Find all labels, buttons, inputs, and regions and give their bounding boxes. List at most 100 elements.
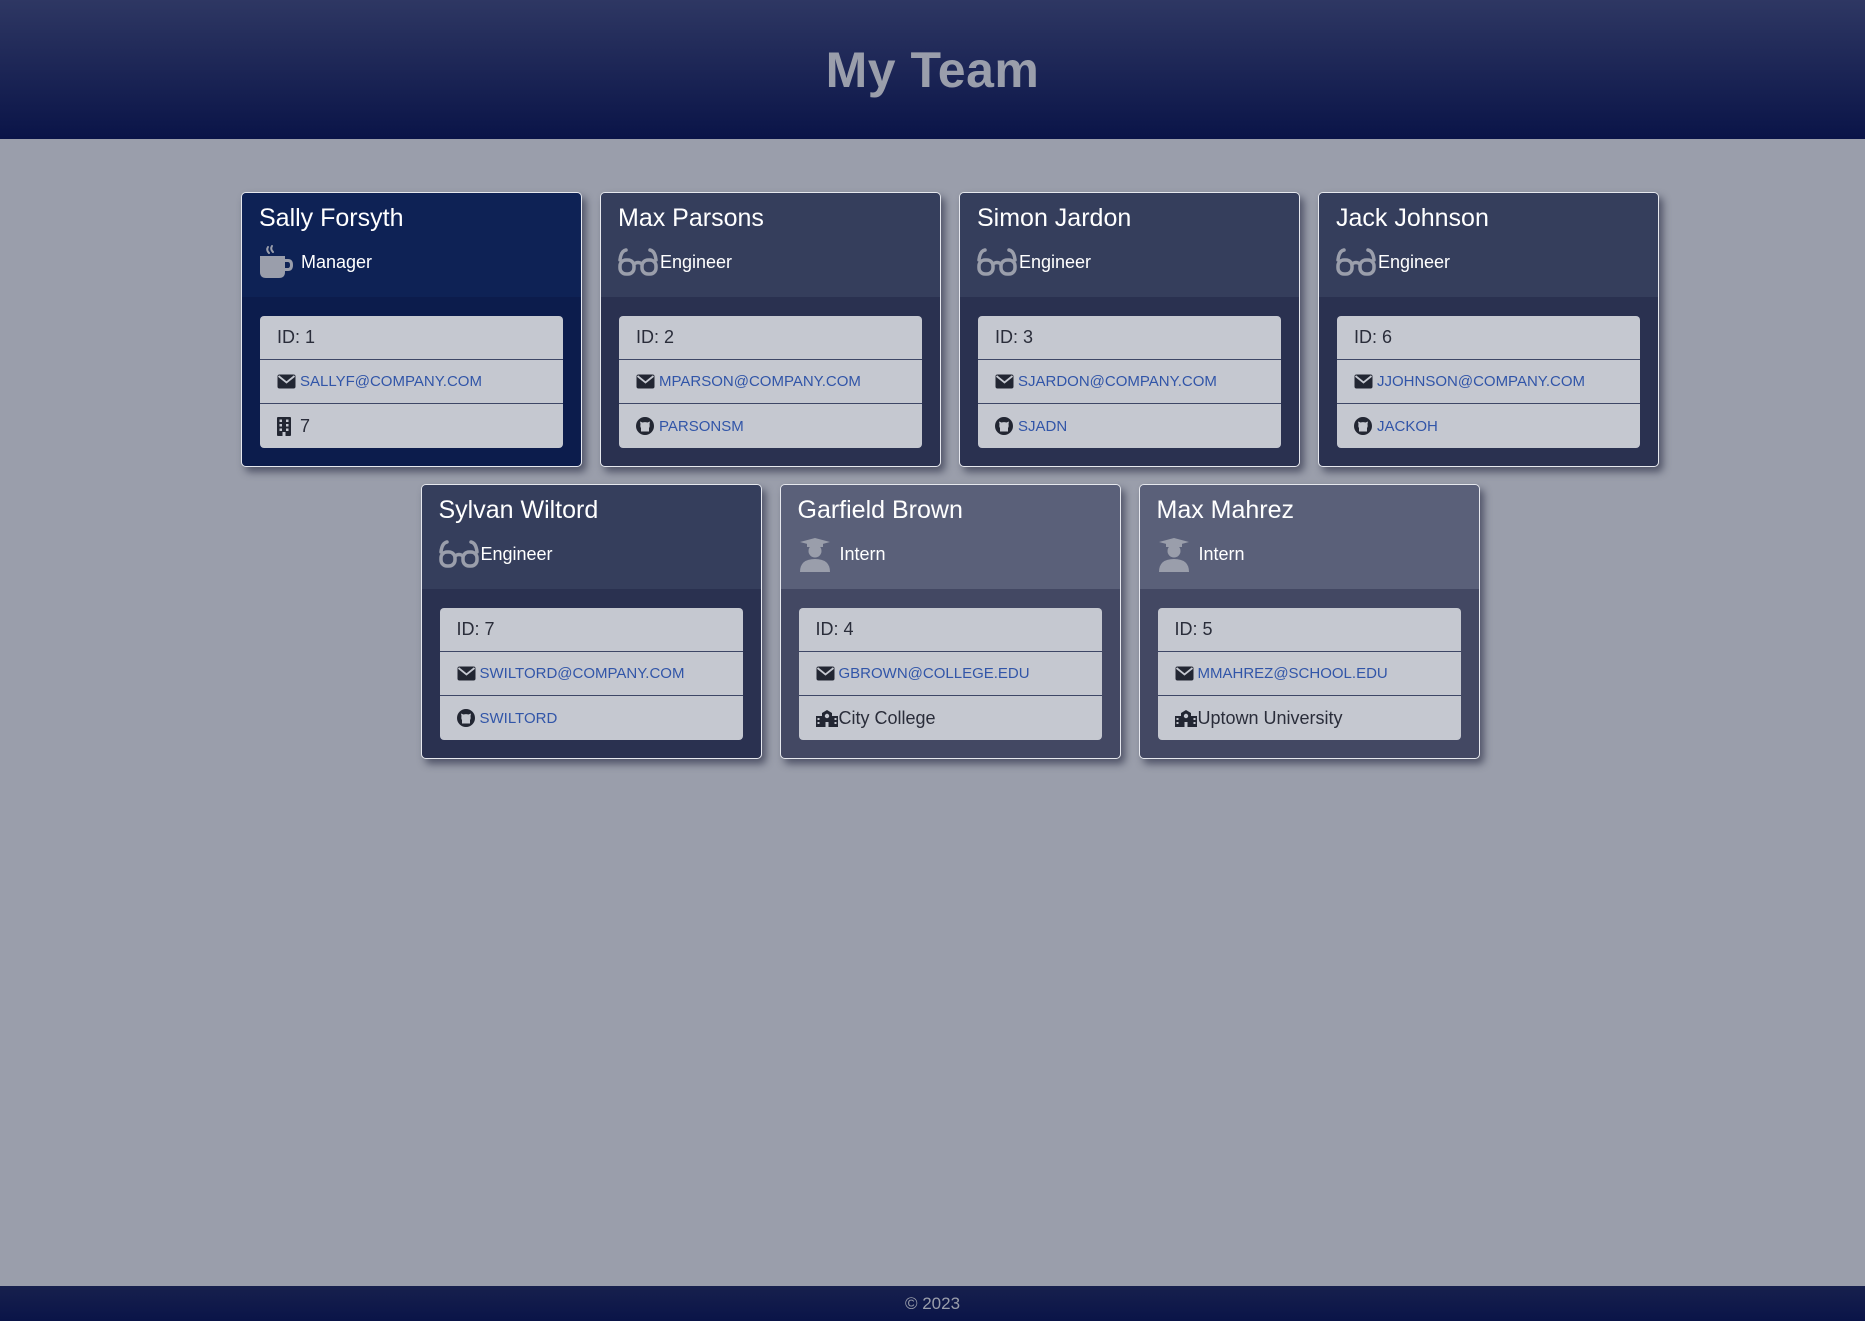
github-icon	[995, 416, 1017, 436]
employee-role: Manager	[259, 244, 564, 280]
role-label: Engineer	[1378, 251, 1451, 272]
envelope-icon	[1354, 372, 1376, 392]
employee-card: Max Mahrez Intern ID: 5 MMAHREZ@SCHOOL.EDU U…	[1138, 484, 1480, 759]
info-list: ID: 7 SWILTORD@COMPANY.COM SWILTORD	[439, 608, 743, 740]
card-header: Simon Jardon Engineer	[960, 193, 1299, 297]
card-header: Garfield Brown Intern	[780, 485, 1120, 589]
card-body: ID: 2 MPARSON@COMPANY.COM PARSONSM	[601, 297, 940, 466]
graduate-icon	[798, 536, 838, 572]
employee-name: Garfield Brown	[797, 496, 963, 524]
employee-card: Simon Jardon Engineer ID: 3 SJARDON@COMPANY…	[959, 192, 1300, 467]
page-header: My Team	[0, 0, 1865, 139]
employee-name: Sally Forsyth	[259, 204, 404, 232]
extra-row: JACKOH	[1337, 404, 1640, 448]
employee-role: Engineer	[1336, 244, 1641, 280]
employee-card: Jack Johnson Engineer ID: 6 JJOHNSON@COMPAN…	[1318, 192, 1659, 467]
email-link[interactable]: SJARDON@COMPANY.COM	[1018, 373, 1217, 390]
id-row: ID: 5	[1157, 608, 1461, 652]
employee-id: ID: 1	[277, 327, 316, 347]
employee-id: ID: 4	[815, 619, 854, 639]
graduate-icon	[1157, 536, 1197, 572]
employee-id: ID: 7	[456, 619, 495, 639]
email-link[interactable]: SALLYF@COMPANY.COM	[300, 373, 482, 390]
employee-name: Jack Johnson	[1336, 204, 1489, 232]
envelope-icon	[995, 372, 1017, 392]
github-icon	[636, 416, 658, 436]
employee-card: Sylvan Wiltord Engineer ID: 7 SWILTORD@COMP…	[420, 484, 762, 759]
card-body: ID: 5 MMAHREZ@SCHOOL.EDU Uptown University	[1139, 589, 1479, 758]
email-link[interactable]: MMAHREZ@SCHOOL.EDU	[1198, 665, 1388, 682]
employee-id: ID: 2	[636, 327, 675, 347]
id-row: ID: 2	[619, 316, 922, 360]
github-link[interactable]: SJADN	[1018, 418, 1067, 435]
email-link[interactable]: SWILTORD@COMPANY.COM	[480, 665, 685, 682]
card-body: ID: 3 SJARDON@COMPANY.COM SJADN	[960, 297, 1299, 466]
page-title: My Team	[825, 41, 1040, 98]
school-name: Uptown University	[1197, 707, 1343, 728]
email-link[interactable]: GBROWN@COLLEGE.EDU	[839, 665, 1030, 682]
email-row: MPARSON@COMPANY.COM	[619, 360, 922, 404]
extra-row: PARSONSM	[619, 404, 922, 448]
employee-name: Max Mahrez	[1156, 496, 1295, 524]
github-link[interactable]: SWILTORD	[480, 710, 558, 727]
info-list: ID: 5 MMAHREZ@SCHOOL.EDU Uptown University	[1157, 608, 1461, 740]
role-label: Engineer	[1019, 251, 1092, 272]
id-row: ID: 6	[1337, 316, 1640, 360]
card-body: ID: 4 GBROWN@COLLEGE.EDU City College	[780, 589, 1120, 758]
envelope-icon	[816, 664, 838, 684]
github-link[interactable]: JACKOH	[1377, 418, 1438, 435]
employee-id: ID: 3	[995, 327, 1034, 347]
glasses-icon	[438, 536, 479, 572]
envelope-icon	[1175, 664, 1197, 684]
extra-row: City College	[799, 696, 1102, 740]
school-icon	[1174, 708, 1197, 728]
role-label: Engineer	[480, 543, 553, 564]
extra-row: Uptown University	[1158, 696, 1461, 740]
employee-name: Simon Jardon	[977, 204, 1132, 232]
email-row: SWILTORD@COMPANY.COM	[439, 652, 743, 696]
email-link[interactable]: JJOHNSON@COMPANY.COM	[1377, 373, 1585, 390]
role-label: Intern	[1198, 543, 1245, 564]
id-row: ID: 7	[439, 608, 743, 652]
employee-role: Engineer	[977, 244, 1282, 280]
copyright-text: © 2023	[904, 1293, 961, 1313]
info-list: ID: 6 JJOHNSON@COMPANY.COM JACKOH	[1337, 316, 1640, 448]
id-row: ID: 1	[260, 316, 563, 360]
office-number: 7	[300, 415, 311, 436]
card-header: Max Mahrez Intern	[1139, 485, 1479, 589]
info-list: ID: 4 GBROWN@COLLEGE.EDU City College	[798, 608, 1102, 740]
employee-role: Engineer	[618, 244, 923, 280]
email-row: JJOHNSON@COMPANY.COM	[1337, 360, 1640, 404]
envelope-icon	[636, 372, 658, 392]
card-header: Sylvan Wiltord Engineer	[421, 485, 761, 589]
info-list: ID: 2 MPARSON@COMPANY.COM PARSONSM	[619, 316, 922, 448]
role-label: Manager	[301, 251, 373, 272]
employee-name: Sylvan Wiltord	[438, 496, 599, 524]
github-icon	[1354, 416, 1376, 436]
employee-id: ID: 6	[1354, 327, 1393, 347]
glasses-icon	[1336, 244, 1376, 280]
card-body: ID: 7 SWILTORD@COMPANY.COM SWILTORD	[421, 589, 761, 758]
glasses-icon	[618, 244, 658, 280]
employee-role: Intern	[798, 536, 1103, 572]
github-link[interactable]: PARSONSM	[659, 418, 744, 435]
school-name: City College	[838, 707, 936, 728]
id-row: ID: 3	[978, 316, 1281, 360]
card-header: Jack Johnson Engineer	[1319, 193, 1658, 297]
info-list: ID: 3 SJARDON@COMPANY.COM SJADN	[978, 316, 1281, 448]
school-icon	[815, 708, 838, 728]
github-icon	[456, 708, 479, 728]
employee-role: Engineer	[438, 536, 744, 572]
team-grid: Sally Forsyth Manager ID: 1 SALLYF@COMPANY.…	[237, 192, 1663, 759]
extra-row: SJADN	[978, 404, 1281, 448]
employee-card: Sally Forsyth Manager ID: 1 SALLYF@COMPANY.…	[241, 192, 582, 467]
employee-card: Max Parsons Engineer ID: 2 MPARSON@COMPANY.…	[600, 192, 941, 467]
extra-row: SWILTORD	[440, 696, 743, 740]
email-row: SALLYF@COMPANY.COM	[260, 360, 563, 404]
coffee-mug-icon	[259, 244, 299, 280]
card-body: ID: 6 JJOHNSON@COMPANY.COM JACKOH	[1319, 297, 1658, 466]
employee-role: Intern	[1157, 536, 1462, 572]
employee-card: Garfield Brown Intern ID: 4 GBROWN@COLLEGE.…	[779, 484, 1121, 759]
email-link[interactable]: MPARSON@COMPANY.COM	[659, 373, 861, 390]
extra-row: 7	[260, 404, 563, 448]
